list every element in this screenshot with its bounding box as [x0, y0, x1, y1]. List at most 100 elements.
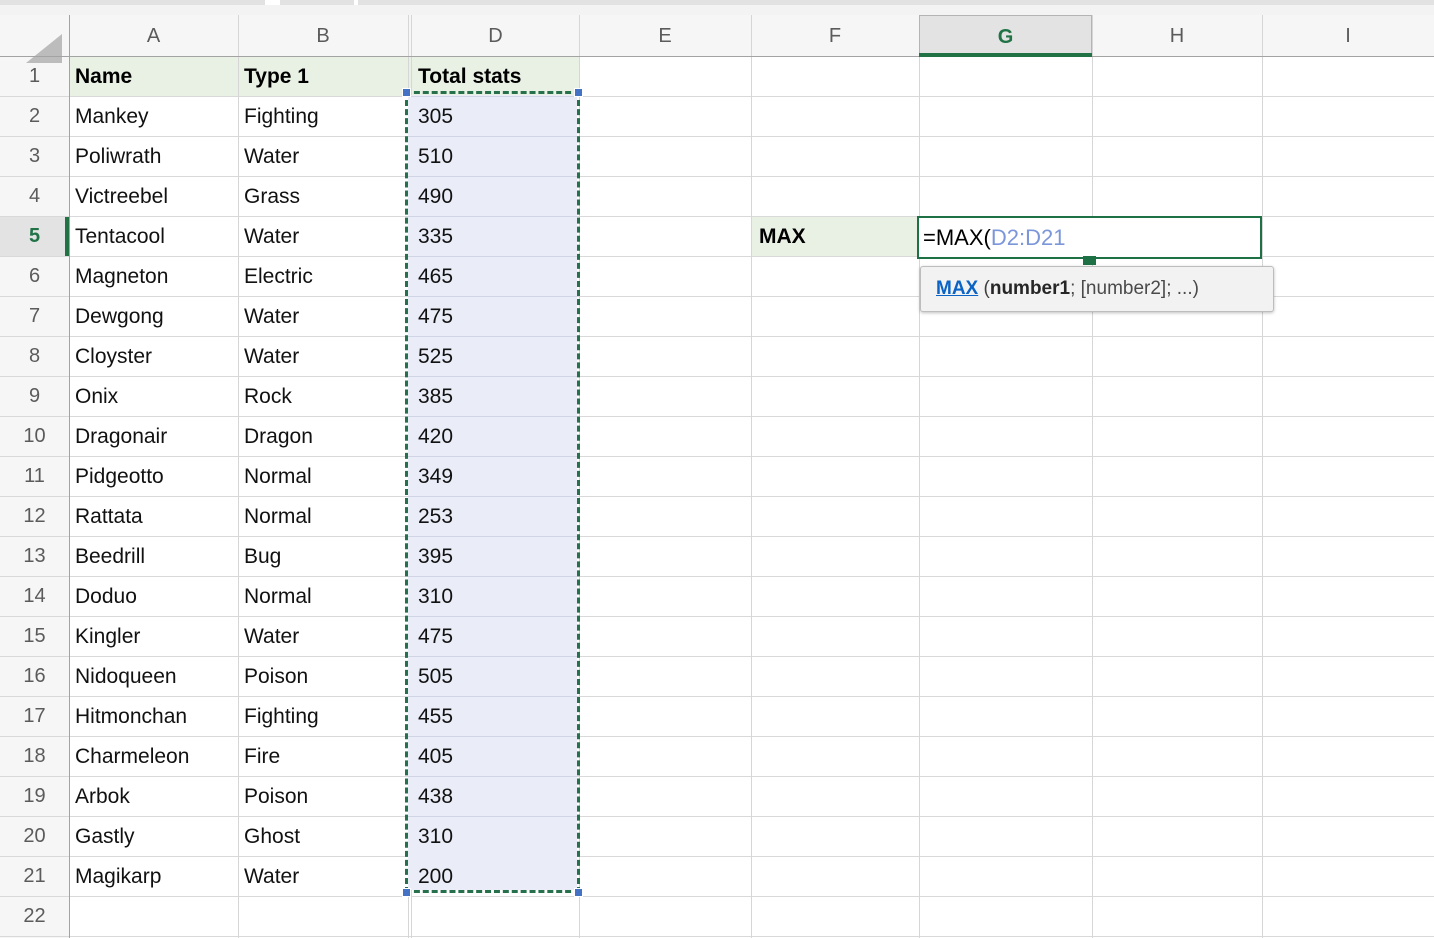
row-header-13[interactable]: 13: [0, 537, 69, 576]
cell-b8[interactable]: Water: [244, 337, 408, 377]
header-cell-type[interactable]: Type 1: [244, 57, 408, 97]
cell-d10[interactable]: 420: [418, 417, 579, 457]
cell-b3[interactable]: Water: [244, 137, 408, 177]
column-header-e[interactable]: E: [579, 15, 751, 57]
cell-a12[interactable]: Rattata: [75, 497, 238, 537]
grid-line-vertical: [919, 15, 920, 938]
cell-b20[interactable]: Ghost: [244, 817, 408, 857]
cell-d16[interactable]: 505: [418, 657, 579, 697]
cell-d20[interactable]: 310: [418, 817, 579, 857]
cell-b5[interactable]: Water: [244, 217, 408, 257]
cell-editor[interactable]: =MAX(D2:D21: [917, 216, 1262, 259]
cell-d8[interactable]: 525: [418, 337, 579, 377]
row-header-10[interactable]: 10: [0, 417, 69, 456]
cell-a19[interactable]: Arbok: [75, 777, 238, 817]
row-header-18[interactable]: 18: [0, 737, 69, 776]
column-header-a[interactable]: A: [69, 15, 238, 57]
column-header-d[interactable]: D: [412, 15, 579, 57]
cell-d19[interactable]: 438: [418, 777, 579, 817]
column-header-g[interactable]: G: [919, 15, 1092, 57]
column-header-b[interactable]: B: [238, 15, 408, 57]
column-header-h[interactable]: H: [1092, 15, 1262, 57]
cell-a13[interactable]: Beedrill: [75, 537, 238, 577]
cell-d14[interactable]: 310: [418, 577, 579, 617]
cell-a9[interactable]: Onix: [75, 377, 238, 417]
cell-d21[interactable]: 200: [418, 857, 579, 897]
cell-editor-fill-handle[interactable]: [1083, 256, 1096, 265]
cell-b2[interactable]: Fighting: [244, 97, 408, 137]
cell-d7[interactable]: 475: [418, 297, 579, 337]
cell-d2[interactable]: 305: [418, 97, 579, 137]
row-header-7[interactable]: 7: [0, 297, 69, 336]
cell-a20[interactable]: Gastly: [75, 817, 238, 857]
row-header-20[interactable]: 20: [0, 817, 69, 856]
cell-d4[interactable]: 490: [418, 177, 579, 217]
row-header-8[interactable]: 8: [0, 337, 69, 376]
cell-d15[interactable]: 475: [418, 617, 579, 657]
cell-b18[interactable]: Fire: [244, 737, 408, 777]
cell-d11[interactable]: 349: [418, 457, 579, 497]
cell-d9[interactable]: 385: [418, 377, 579, 417]
row-header-15[interactable]: 15: [0, 617, 69, 656]
cell-d17[interactable]: 455: [418, 697, 579, 737]
row-header-1[interactable]: 1: [0, 57, 69, 96]
row-header-5[interactable]: 5: [0, 217, 69, 256]
column-header-f[interactable]: F: [751, 15, 919, 57]
cell-f5-label[interactable]: MAX: [759, 217, 917, 257]
row-header-9[interactable]: 9: [0, 377, 69, 416]
cell-a6[interactable]: Magneton: [75, 257, 238, 297]
cell-a17[interactable]: Hitmonchan: [75, 697, 238, 737]
cell-a8[interactable]: Cloyster: [75, 337, 238, 377]
tooltip-function-link[interactable]: MAX: [936, 278, 978, 299]
cell-a16[interactable]: Nidoqueen: [75, 657, 238, 697]
cell-b21[interactable]: Water: [244, 857, 408, 897]
row-header-12[interactable]: 12: [0, 497, 69, 536]
column-header-i[interactable]: I: [1262, 15, 1434, 57]
cell-a14[interactable]: Doduo: [75, 577, 238, 617]
cell-a18[interactable]: Charmeleon: [75, 737, 238, 777]
cell-a11[interactable]: Pidgeotto: [75, 457, 238, 497]
row-header-4[interactable]: 4: [0, 177, 69, 216]
cell-b9[interactable]: Rock: [244, 377, 408, 417]
row-header-11[interactable]: 11: [0, 457, 69, 496]
row-header-21[interactable]: 21: [0, 857, 69, 896]
cell-a10[interactable]: Dragonair: [75, 417, 238, 457]
cell-b11[interactable]: Normal: [244, 457, 408, 497]
row-header-3[interactable]: 3: [0, 137, 69, 176]
cell-b15[interactable]: Water: [244, 617, 408, 657]
cell-d6[interactable]: 465: [418, 257, 579, 297]
cell-a2[interactable]: Mankey: [75, 97, 238, 137]
row-header-6[interactable]: 6: [0, 257, 69, 296]
select-all-button[interactable]: [0, 15, 69, 57]
cell-a4[interactable]: Victreebel: [75, 177, 238, 217]
cell-a21[interactable]: Magikarp: [75, 857, 238, 897]
cell-b4[interactable]: Grass: [244, 177, 408, 217]
header-cell-name[interactable]: Name: [75, 57, 238, 97]
cell-a7[interactable]: Dewgong: [75, 297, 238, 337]
cell-b17[interactable]: Fighting: [244, 697, 408, 737]
cell-b10[interactable]: Dragon: [244, 417, 408, 457]
cell-d13[interactable]: 395: [418, 537, 579, 577]
cell-a15[interactable]: Kingler: [75, 617, 238, 657]
cell-b12[interactable]: Normal: [244, 497, 408, 537]
cell-b16[interactable]: Poison: [244, 657, 408, 697]
cell-b14[interactable]: Normal: [244, 577, 408, 617]
cell-d5[interactable]: 335: [418, 217, 579, 257]
cell-b13[interactable]: Bug: [244, 537, 408, 577]
cell-a5[interactable]: Tentacool: [75, 217, 238, 257]
row-header-2[interactable]: 2: [0, 97, 69, 136]
cell-d18[interactable]: 405: [418, 737, 579, 777]
row-header-16[interactable]: 16: [0, 657, 69, 696]
row-header-19[interactable]: 19: [0, 777, 69, 816]
row-header-22[interactable]: 22: [0, 897, 69, 936]
cell-d3[interactable]: 510: [418, 137, 579, 177]
cell-b6[interactable]: Electric: [244, 257, 408, 297]
row-header-17[interactable]: 17: [0, 697, 69, 736]
cell-b19[interactable]: Poison: [244, 777, 408, 817]
row-header-14[interactable]: 14: [0, 577, 69, 616]
cell-b7[interactable]: Water: [244, 297, 408, 337]
header-cell-total[interactable]: Total stats: [418, 57, 579, 97]
grid-line-vertical: [238, 15, 239, 938]
cell-a3[interactable]: Poliwrath: [75, 137, 238, 177]
cell-d12[interactable]: 253: [418, 497, 579, 537]
